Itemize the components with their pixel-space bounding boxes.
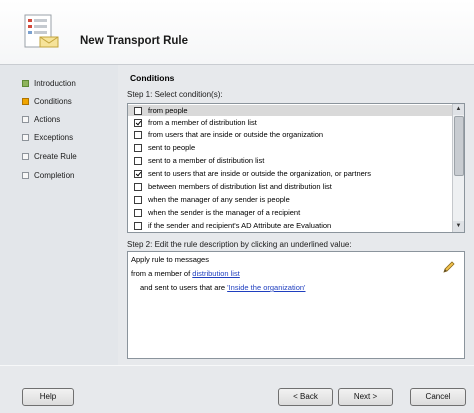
description-text: from a member of — [131, 269, 191, 278]
scroll-down-icon[interactable]: ▼ — [453, 221, 464, 232]
condition-label: sent to a member of distribution list — [148, 156, 265, 165]
rule-description-box: Apply rule to messages from a member of … — [127, 251, 465, 359]
inside-organization-link[interactable]: 'Inside the organization' — [227, 283, 305, 292]
condition-label: between members of distribution list and… — [148, 182, 332, 191]
condition-list-scrollbar[interactable]: ▲ ▼ — [452, 104, 464, 232]
scroll-thumb[interactable] — [454, 116, 464, 176]
wizard-window: New Transport Rule Introduction Conditio… — [0, 0, 474, 413]
step2-label: Step 2: Edit the rule description by cli… — [127, 240, 352, 249]
condition-label: if the sender and recipient's AD Attribu… — [148, 221, 332, 230]
nav-item-label: Create Rule — [34, 151, 77, 161]
step-done-icon — [22, 79, 29, 87]
condition-label: from people — [148, 106, 188, 115]
condition-checkbox[interactable] — [134, 182, 142, 191]
condition-checkbox[interactable] — [134, 130, 142, 139]
description-line: and sent to users that are 'Inside the o… — [140, 283, 306, 292]
condition-item[interactable]: between members of distribution list and… — [128, 181, 453, 192]
condition-checkbox[interactable] — [134, 143, 142, 152]
description-text: and sent to users that are — [140, 283, 226, 292]
pencil-icon[interactable] — [442, 260, 456, 274]
back-button[interactable]: < Back — [278, 388, 333, 406]
condition-checkbox[interactable] — [134, 169, 142, 178]
condition-item[interactable]: from users that are inside or outside th… — [128, 129, 453, 140]
rule-wizard-icon — [24, 14, 59, 48]
step1-label: Step 1: Select condition(s): — [127, 90, 223, 99]
cancel-button[interactable]: Cancel — [410, 388, 466, 406]
condition-checkbox[interactable] — [134, 208, 142, 217]
condition-label: when the sender is the manager of a reci… — [148, 208, 301, 217]
wizard-header: New Transport Rule — [0, 0, 474, 65]
condition-label: when the manager of any sender is people — [148, 195, 290, 204]
nav-item-actions[interactable]: Actions — [22, 113, 60, 125]
condition-checkbox[interactable] — [134, 156, 142, 165]
condition-label: sent to people — [148, 143, 196, 152]
condition-item[interactable]: sent to a member of distribution list — [128, 155, 453, 166]
scroll-up-icon[interactable]: ▲ — [453, 104, 464, 115]
wizard-footer: Help < Back Next > Cancel — [0, 365, 474, 413]
nav-item-exceptions[interactable]: Exceptions — [22, 131, 73, 143]
condition-checkbox[interactable] — [134, 118, 142, 127]
step-pending-icon — [22, 133, 29, 141]
condition-checkbox[interactable] — [134, 221, 142, 230]
step-pending-icon — [22, 152, 29, 160]
nav-item-conditions[interactable]: Conditions — [22, 95, 72, 107]
step-pending-icon — [22, 171, 29, 179]
condition-label: sent to users that are inside or outside… — [148, 169, 372, 178]
condition-item[interactable]: sent to people — [128, 142, 453, 153]
condition-item[interactable]: when the sender is the manager of a reci… — [128, 207, 453, 218]
wizard-steps-nav: Introduction Conditions Actions Exceptio… — [0, 65, 118, 365]
condition-item[interactable]: from people — [128, 105, 453, 116]
distribution-list-link[interactable]: distribution list — [192, 269, 240, 278]
nav-item-label: Introduction — [34, 78, 76, 88]
nav-item-label: Actions — [34, 114, 61, 124]
condition-item[interactable]: when the manager of any sender is people — [128, 194, 453, 205]
nav-item-label: Exceptions — [34, 132, 74, 142]
condition-checkbox[interactable] — [134, 106, 142, 115]
nav-item-completion[interactable]: Completion — [22, 169, 74, 181]
wizard-title: New Transport Rule — [80, 35, 188, 47]
condition-list[interactable]: from people from a member of distributio… — [127, 103, 465, 233]
condition-label: from a member of distribution list — [148, 118, 257, 127]
condition-checkbox[interactable] — [134, 195, 142, 204]
description-line: from a member of distribution list — [131, 269, 240, 278]
condition-item[interactable]: sent to users that are inside or outside… — [128, 168, 453, 179]
condition-item[interactable]: from a member of distribution list — [128, 117, 453, 128]
step-current-icon — [22, 97, 29, 105]
next-button[interactable]: Next > — [338, 388, 393, 406]
nav-item-introduction[interactable]: Introduction — [22, 77, 76, 89]
condition-label: from users that are inside or outside th… — [148, 130, 324, 139]
nav-item-create-rule[interactable]: Create Rule — [22, 150, 77, 162]
nav-item-label: Conditions — [34, 96, 72, 106]
section-title: Conditions — [130, 73, 175, 83]
help-button[interactable]: Help — [22, 388, 74, 406]
conditions-panel: Conditions Step 1: Select condition(s): … — [118, 65, 474, 365]
description-line: Apply rule to messages — [131, 255, 209, 264]
condition-item[interactable]: if the sender and recipient's AD Attribu… — [128, 220, 453, 231]
nav-item-label: Completion — [34, 170, 75, 180]
step-pending-icon — [22, 115, 29, 123]
